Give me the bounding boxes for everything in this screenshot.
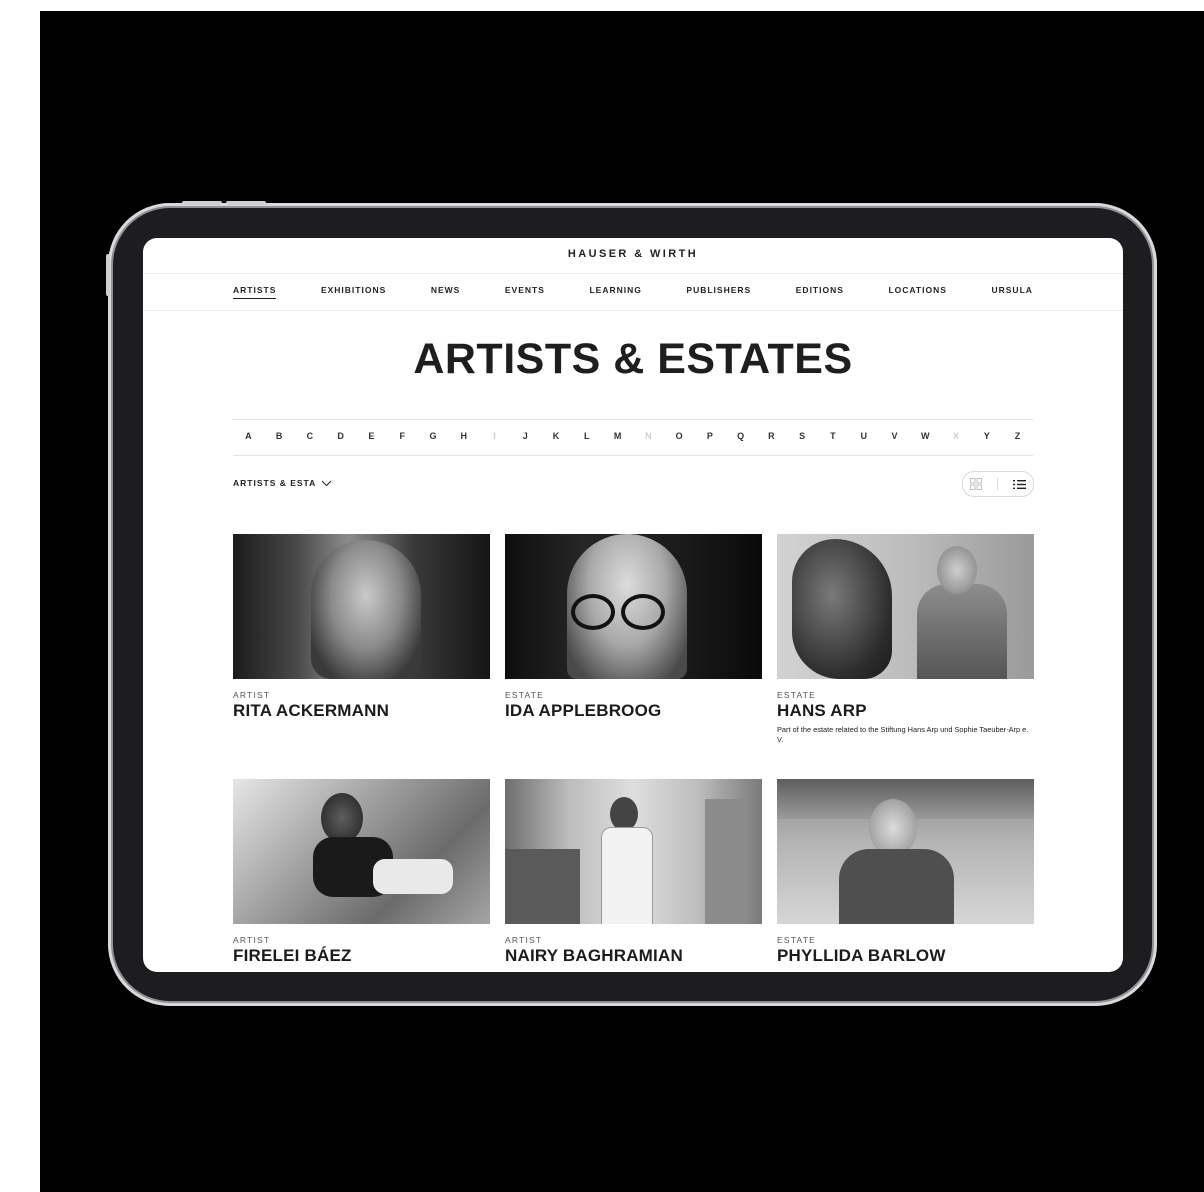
alphabet-letter-h[interactable]: H bbox=[455, 431, 473, 441]
alphabet-letter-c[interactable]: C bbox=[301, 431, 319, 441]
alphabet-letter-p[interactable]: P bbox=[701, 431, 719, 441]
alphabet-bottom-rule bbox=[233, 455, 1033, 456]
nav-item-learning[interactable]: LEARNING bbox=[589, 285, 641, 299]
chevron-down-icon bbox=[321, 480, 332, 486]
alphabet-letter-r[interactable]: R bbox=[762, 431, 780, 441]
artist-portrait bbox=[505, 534, 762, 679]
grid-view-icon bbox=[970, 478, 983, 490]
list-view-button[interactable] bbox=[1012, 479, 1026, 490]
alphabet-letter-i: I bbox=[493, 431, 496, 441]
nav-divider bbox=[143, 310, 1123, 311]
card-name[interactable]: NAIRY BAGHRAMIAN bbox=[505, 946, 762, 966]
alphabet-top-rule bbox=[233, 419, 1033, 420]
nav-item-locations[interactable]: LOCATIONS bbox=[888, 285, 946, 299]
nav-item-exhibitions[interactable]: EXHIBITIONS bbox=[321, 285, 386, 299]
card-note: Part of the estate related to the Stiftu… bbox=[777, 725, 1029, 744]
card-type: ARTIST bbox=[505, 935, 543, 945]
nav-item-publishers[interactable]: PUBLISHERS bbox=[686, 285, 751, 299]
brand-logo[interactable]: HAUSER & WIRTH bbox=[143, 248, 1123, 260]
nav-item-news[interactable]: NEWS bbox=[431, 285, 461, 299]
card-name[interactable]: HANS ARP bbox=[777, 701, 1034, 721]
alphabet-letter-j[interactable]: J bbox=[516, 431, 534, 441]
artist-card[interactable]: ARTIST RITA ACKERMANN bbox=[233, 534, 490, 721]
alphabet-letter-l[interactable]: L bbox=[578, 431, 596, 441]
alphabet-letter-w[interactable]: W bbox=[916, 431, 934, 441]
alphabet-filter: A B C D E F G H I J K L M N O P Q R S T … bbox=[233, 431, 1033, 441]
alphabet-letter-m[interactable]: M bbox=[609, 431, 627, 441]
alphabet-letter-x: X bbox=[952, 431, 959, 441]
alphabet-letter-v[interactable]: V bbox=[885, 431, 903, 441]
card-type: ESTATE bbox=[777, 935, 817, 945]
filter-label: ARTISTS & ESTA bbox=[233, 478, 317, 488]
card-type: ARTIST bbox=[233, 690, 271, 700]
alphabet-letter-t[interactable]: T bbox=[824, 431, 842, 441]
artist-portrait bbox=[777, 779, 1034, 924]
alphabet-letter-s[interactable]: S bbox=[793, 431, 811, 441]
card-type: ARTIST bbox=[233, 935, 271, 945]
nav-item-events[interactable]: EVENTS bbox=[505, 285, 545, 299]
category-filter-dropdown[interactable]: ARTISTS & ESTA bbox=[233, 478, 332, 488]
artist-card[interactable]: ARTIST NAIRY BAGHRAMIAN bbox=[505, 779, 762, 966]
list-view-icon bbox=[1012, 479, 1026, 489]
artist-portrait bbox=[233, 534, 490, 679]
card-name[interactable]: PHYLLIDA BARLOW bbox=[777, 946, 1034, 966]
alphabet-letter-b[interactable]: B bbox=[270, 431, 288, 441]
nav-item-ursula[interactable]: URSULA bbox=[991, 285, 1032, 299]
alphabet-letter-e[interactable]: E bbox=[362, 431, 380, 441]
card-type: ESTATE bbox=[505, 690, 545, 700]
volume-down-button bbox=[226, 201, 266, 205]
alphabet-letter-o[interactable]: O bbox=[670, 431, 688, 441]
header-divider bbox=[143, 273, 1123, 274]
nav-item-artists[interactable]: ARTISTS bbox=[233, 285, 277, 299]
artist-portrait bbox=[505, 779, 762, 924]
top-side-button bbox=[106, 254, 110, 296]
artist-card[interactable]: ESTATE PHYLLIDA BARLOW bbox=[777, 779, 1034, 966]
alphabet-letter-a[interactable]: A bbox=[239, 431, 257, 441]
artist-card[interactable]: ESTATE HANS ARP Part of the estate relat… bbox=[777, 534, 1034, 745]
card-name[interactable]: FIRELEI BÁEZ bbox=[233, 946, 490, 966]
artist-card[interactable]: ARTIST FIRELEI BÁEZ bbox=[233, 779, 490, 966]
artist-card[interactable]: ESTATE IDA APPLEBROOG bbox=[505, 534, 762, 721]
card-type: ESTATE bbox=[777, 690, 817, 700]
nav-item-editions[interactable]: EDITIONS bbox=[796, 285, 844, 299]
alphabet-letter-q[interactable]: Q bbox=[732, 431, 750, 441]
card-name[interactable]: IDA APPLEBROOG bbox=[505, 701, 762, 721]
alphabet-letter-k[interactable]: K bbox=[547, 431, 565, 441]
alphabet-letter-z[interactable]: Z bbox=[1009, 431, 1027, 441]
toggle-separator bbox=[996, 478, 998, 490]
card-name[interactable]: RITA ACKERMANN bbox=[233, 701, 490, 721]
alphabet-letter-f[interactable]: F bbox=[393, 431, 411, 441]
alphabet-letter-n: N bbox=[645, 431, 652, 441]
page-title: ARTISTS & ESTATES bbox=[413, 335, 853, 383]
alphabet-letter-u[interactable]: U bbox=[855, 431, 873, 441]
artist-portrait bbox=[233, 779, 490, 924]
volume-up-button bbox=[182, 201, 222, 205]
main-navigation: ARTISTS EXHIBITIONS NEWS EVENTS LEARNING… bbox=[233, 285, 1033, 299]
tablet-screen: HAUSER & WIRTH ARTISTS EXHIBITIONS NEWS … bbox=[143, 238, 1123, 972]
alphabet-letter-d[interactable]: D bbox=[332, 431, 350, 441]
grid-view-button[interactable] bbox=[970, 478, 983, 490]
alphabet-letter-g[interactable]: G bbox=[424, 431, 442, 441]
alphabet-letter-y[interactable]: Y bbox=[978, 431, 996, 441]
artist-portrait bbox=[777, 534, 1034, 679]
view-toggle bbox=[962, 471, 1034, 497]
